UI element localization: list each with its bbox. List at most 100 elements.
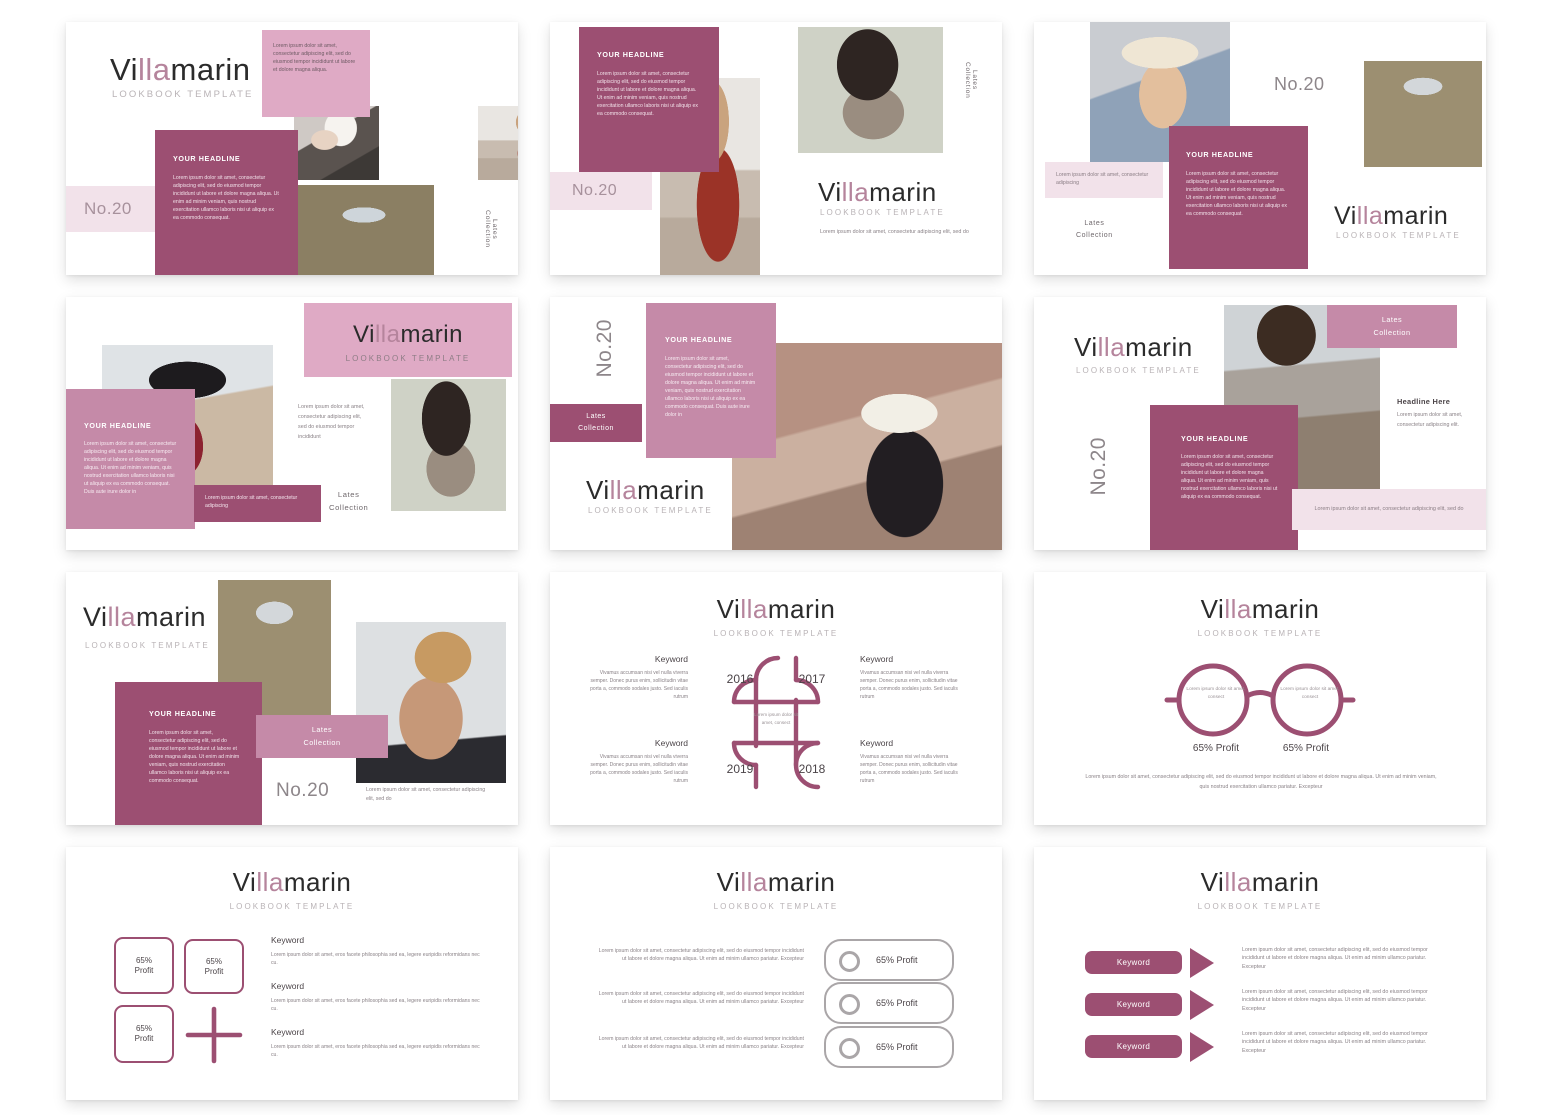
collection-badge: Lates Collection: [550, 404, 642, 442]
mauve-headline-card: YOUR HEADLINE Lorem ipsum dolor sit amet…: [66, 389, 195, 529]
slide-number-text: No.20: [1274, 74, 1325, 94]
timeline-year-2019: 2019: [726, 762, 754, 776]
arrow-left-icon-1: [1190, 948, 1214, 978]
timeline-year-2017: 2017: [798, 672, 826, 686]
square-body: Lorem ipsum dolor sit amet, eros facete …: [271, 952, 480, 967]
brand-part-3: marin: [1125, 332, 1193, 362]
photo-tote-bag: [1364, 61, 1482, 167]
slide-description: Lorem ipsum dolor sit amet, consectetur …: [298, 404, 365, 440]
stat-square-1[interactable]: 65% Profit: [114, 937, 174, 994]
brand-part-2: lla: [740, 867, 768, 897]
plum-headline-card: YOUR HEADLINE Lorem ipsum dolor sit amet…: [155, 130, 298, 275]
brand-logo: Villamarin: [1334, 202, 1448, 231]
slide-9-glasses[interactable]: Villamarin LOOKBOOK TEMPLATE Lorem ipsum…: [1034, 572, 1486, 825]
collection-line-1: Lates: [337, 490, 360, 499]
collection-label: Lates Collection: [303, 724, 340, 749]
slide-8-timeline[interactable]: Villamarin LOOKBOOK TEMPLATE Keyword Viv…: [550, 572, 1002, 825]
collection-line-1: Lates: [311, 725, 333, 735]
slide-description: Lorem ipsum dolor sit amet, consectetur …: [820, 229, 969, 235]
brand-logo: Villamarin: [1074, 332, 1193, 363]
slide-number-text: No.20: [572, 182, 618, 199]
brand-logo: Villamarin: [550, 594, 1002, 625]
brand-part-1: Vi: [353, 321, 375, 348]
timeline-keyword: Keyword: [860, 738, 894, 748]
keyword-pill-1[interactable]: Keyword: [1085, 951, 1182, 974]
plum-card-body: Lorem ipsum dolor sit amet, consectetur …: [173, 175, 279, 222]
keyword-pill-3[interactable]: Keyword: [1085, 1035, 1182, 1058]
plum-note-card: Lorem ipsum dolor sit amet, consectetur …: [194, 485, 321, 522]
keyword-pill-2[interactable]: Keyword: [1085, 993, 1182, 1016]
pale-note-card: Lorem ipsum dolor sit amet, consectetur …: [1045, 162, 1163, 198]
plum-headline-card: YOUR HEADLINE Lorem ipsum dolor sit amet…: [115, 682, 262, 825]
stat-square-3[interactable]: 65% Profit: [114, 1005, 174, 1063]
profit-pill-3[interactable]: 65% Profit: [824, 1026, 954, 1068]
timeline-body: Vivamus accumsan nisi vel nulla viverra …: [860, 754, 958, 784]
slide-2-cover[interactable]: YOUR HEADLINE Lorem ipsum dolor sit amet…: [550, 22, 1002, 275]
brand-part-1: Vi: [716, 867, 741, 897]
stat-square-2[interactable]: 65% Profit: [184, 939, 244, 994]
timeline-keyword: Keyword: [654, 738, 688, 748]
collection-line-1: Lates: [1084, 220, 1105, 227]
mauve-card-headline: YOUR HEADLINE: [84, 421, 152, 430]
sub-headline-body: Lorem ipsum dolor sit amet, consectetur …: [1397, 412, 1463, 428]
slide-6-cover[interactable]: Villamarin LOOKBOOK TEMPLATE Lates Colle…: [1034, 297, 1486, 550]
slide-11-pills[interactable]: Villamarin LOOKBOOK TEMPLATE Lorem ipsum…: [550, 847, 1002, 1100]
brand-part-1: Vi: [586, 475, 610, 505]
brand-logo: Villamarin: [83, 602, 206, 633]
photo-curly-hair: [356, 622, 506, 783]
brand-subtitle: LOOKBOOK TEMPLATE: [1197, 902, 1323, 911]
pill-text-block-1: Lorem ipsum dolor sit amet, consectetur …: [598, 948, 804, 963]
collection-badge: Lates Collection: [1327, 305, 1457, 348]
photo-red-coat: [478, 106, 518, 180]
circle-ring-icon: [839, 951, 860, 972]
slide-3-cover[interactable]: Lorem ipsum dolor sit amet, consectetur …: [1034, 22, 1486, 275]
brand-part-3: marin: [1251, 594, 1320, 624]
slide-grid: Villamarin LOOKBOOK TEMPLATE No.20 Lorem…: [0, 0, 1560, 1115]
collection-label: Lates Collection: [1076, 218, 1113, 242]
brand-part-3: marin: [637, 475, 705, 505]
square-text-block-2: Keyword Lorem ipsum dolor sit amet, eros…: [271, 981, 483, 1013]
slide-12-arrows[interactable]: Villamarin LOOKBOOK TEMPLATE Keyword Lor…: [1034, 847, 1486, 1100]
brand-part-2: lla: [740, 594, 768, 624]
profit-pill-1[interactable]: 65% Profit: [824, 939, 954, 981]
brand-part-1: Vi: [1334, 202, 1357, 230]
arrow-text-block-3: Lorem ipsum dolor sit amet, consectetur …: [1242, 1031, 1428, 1054]
brand-part-2: lla: [609, 475, 638, 505]
slide-description: Lorem ipsum dolor sit amet, consectetur …: [366, 787, 486, 802]
slide-1-cover[interactable]: Villamarin LOOKBOOK TEMPLATE No.20 Lorem…: [66, 22, 518, 275]
brand-part-3: marin: [400, 321, 463, 348]
brand-part-1: Vi: [83, 602, 108, 632]
collection-line-1: Lates: [1381, 315, 1403, 325]
timeline-year-2018: 2018: [798, 762, 826, 776]
collection-line-1: Lates: [586, 413, 606, 421]
brand-part-2: lla: [841, 177, 870, 207]
brand-subtitle: LOOKBOOK TEMPLATE: [588, 506, 713, 515]
arrow-left-icon-3: [1190, 1032, 1214, 1062]
brand-part-2: lla: [1224, 594, 1252, 624]
slide-5-cover[interactable]: No.20 Lates Collection YOUR HEADLINE Lor…: [550, 297, 1002, 550]
square-text-block-3: Keyword Lorem ipsum dolor sit amet, eros…: [271, 1027, 483, 1059]
arrow-text-block-1: Lorem ipsum dolor sit amet, consectetur …: [1242, 947, 1428, 970]
slide-number-badge: No.20: [66, 186, 158, 232]
slide-10-squares[interactable]: Villamarin LOOKBOOK TEMPLATE 65% Profit …: [66, 847, 518, 1100]
brand-subtitle: LOOKBOOK TEMPLATE: [1076, 366, 1201, 375]
mauve-card-body: Lorem ipsum dolor sit amet, consectetur …: [84, 441, 177, 496]
timeline-body: Vivamus accumsan nisi vel nulla viverra …: [590, 670, 688, 700]
square-keyword: Keyword: [271, 981, 305, 991]
timeline-entry-topright: Keyword Vivamus accumsan nisi vel nulla …: [860, 654, 964, 701]
brand-part-1: Vi: [716, 594, 741, 624]
slide-4-cover[interactable]: Villamarin LOOKBOOK TEMPLATE YOUR HEADLI…: [66, 297, 518, 550]
glasses-right-lens-text: Lorem ipsum dolor sit amet, consect: [1280, 687, 1340, 701]
slide-number-text: No.20: [593, 319, 616, 378]
slide-7-cover[interactable]: Villamarin LOOKBOOK TEMPLATE YOUR HEADLI…: [66, 572, 518, 825]
brand-part-2: lla: [374, 321, 401, 348]
plum-card-headline: YOUR HEADLINE: [1186, 150, 1254, 159]
brand-part-2: lla: [107, 602, 137, 632]
profit-pill-2[interactable]: 65% Profit: [824, 982, 954, 1024]
pill-text-block-2: Lorem ipsum dolor sit amet, consectetur …: [598, 991, 804, 1006]
arrow-left-icon-2: [1190, 990, 1214, 1020]
brand-subtitle: LOOKBOOK TEMPLATE: [345, 354, 471, 363]
slide-number-badge: No.20: [550, 172, 652, 210]
mauve-headline-card: YOUR HEADLINE Lorem ipsum dolor sit amet…: [646, 303, 776, 458]
timeline-entry-bottomright: Keyword Vivamus accumsan nisi vel nulla …: [860, 738, 964, 785]
